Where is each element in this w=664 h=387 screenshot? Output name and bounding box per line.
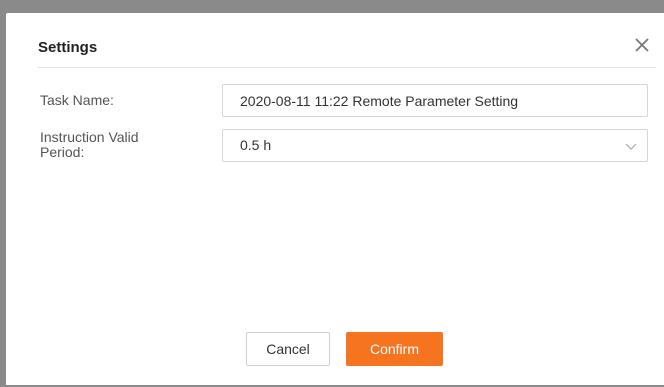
chevron-down-icon bbox=[625, 143, 637, 150]
dialog-header: Settings bbox=[38, 32, 656, 68]
settings-dialog: Settings Task Name: Instruction Valid Pe… bbox=[6, 13, 664, 385]
valid-period-value: 0.5 h bbox=[240, 137, 272, 153]
cancel-button[interactable]: Cancel bbox=[246, 332, 330, 366]
confirm-button[interactable]: Confirm bbox=[346, 332, 443, 366]
valid-period-label-line2: Period: bbox=[40, 144, 85, 160]
dialog-title: Settings bbox=[38, 39, 98, 56]
task-name-label: Task Name: bbox=[40, 92, 114, 108]
valid-period-label: Instruction Valid Period: bbox=[40, 130, 190, 160]
valid-period-label-line1: Instruction Valid bbox=[40, 129, 139, 145]
valid-period-select[interactable]: 0.5 h bbox=[222, 129, 648, 162]
task-name-input[interactable] bbox=[222, 84, 648, 117]
close-button[interactable] bbox=[632, 35, 652, 55]
close-icon bbox=[635, 38, 649, 52]
